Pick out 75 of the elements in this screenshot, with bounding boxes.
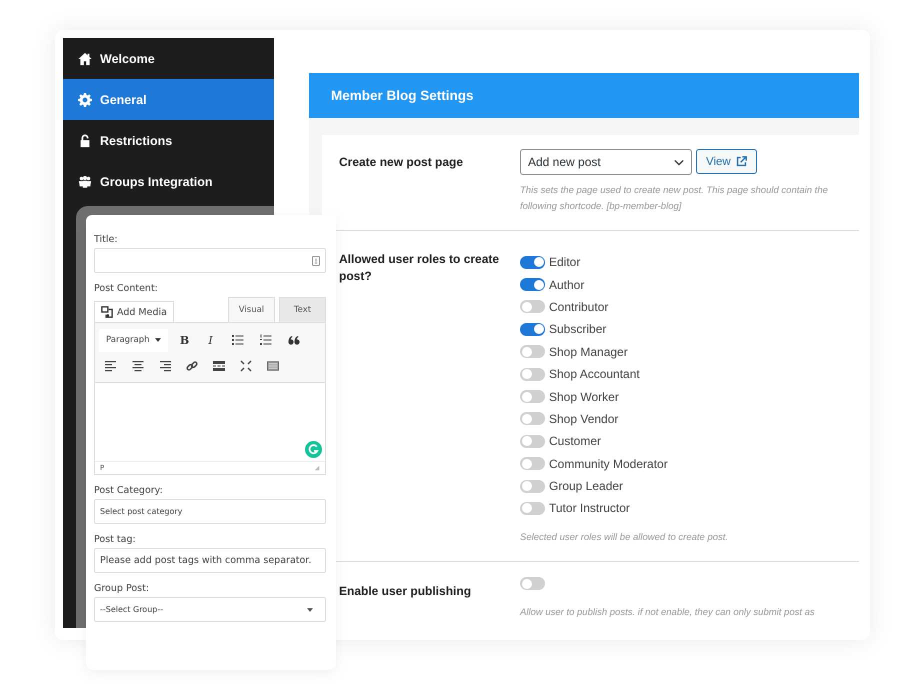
role-label: Shop Manager	[549, 344, 628, 359]
fullscreen-icon[interactable]	[240, 360, 252, 372]
tag-field[interactable]: Please add post tags with comma separator.	[94, 548, 326, 573]
role-toggle[interactable]	[520, 457, 545, 470]
help-text: This sets the page used to create new post. This page should contain the following shortcode. [bp-member-blog]	[520, 184, 829, 214]
role-label: Tutor Instructor	[549, 501, 630, 516]
grammar-check-icon[interactable]	[305, 441, 322, 458]
caret-icon	[307, 608, 313, 612]
role-toggle[interactable]	[520, 390, 545, 404]
role-label: Group Leader	[549, 479, 624, 494]
numbered-list-icon[interactable]	[260, 334, 272, 346]
setting-label: Enable user publishing	[339, 583, 472, 600]
field-label: Post Category:	[94, 485, 164, 496]
align-left-icon[interactable]	[105, 360, 117, 372]
page-select[interactable]: Add new post	[520, 149, 692, 175]
role-toggle[interactable]	[520, 278, 545, 292]
caret-icon	[154, 338, 161, 342]
sidebar-item[interactable]: Welcome	[63, 38, 274, 79]
role-toggle[interactable]	[520, 322, 545, 336]
group-select[interactable]: --Select Group--	[94, 597, 326, 622]
keyboard-icon[interactable]	[267, 360, 279, 372]
settings-title: Member Blog Settings	[331, 88, 474, 103]
role-label: Subscriber	[549, 322, 606, 336]
sidebar-item[interactable]: Groups Integration	[63, 161, 274, 202]
gear-icon	[78, 92, 92, 106]
role-toggle[interactable]	[520, 480, 545, 493]
people-icon	[78, 174, 92, 188]
field-label: Post tag:	[94, 534, 137, 545]
bold-button[interactable]: B	[180, 334, 190, 346]
role-label: Customer	[549, 434, 602, 448]
align-right-icon[interactable]	[159, 360, 171, 372]
role-toggle[interactable]	[520, 502, 545, 515]
view-button[interactable]: View	[696, 149, 757, 174]
home-icon	[78, 52, 92, 66]
field-label: Title:	[94, 234, 119, 245]
category-field[interactable]: Select post category	[94, 499, 326, 524]
role-label: Shop Accountant	[549, 367, 640, 382]
title-field[interactable]	[94, 248, 326, 273]
role-toggle[interactable]	[520, 434, 545, 448]
help-text: Allow user to publish posts. if not enable, they can only submit post as	[520, 606, 816, 620]
external-link-icon	[736, 156, 747, 167]
setting-label: Allowed user roles to create post?	[339, 251, 500, 285]
media-icon	[101, 306, 113, 318]
read-more-icon[interactable]	[213, 360, 225, 372]
sidebar-item[interactable]: General	[63, 79, 274, 120]
role-toggle[interactable]	[520, 368, 545, 381]
role-toggle[interactable]	[520, 412, 545, 426]
bullet-list-icon[interactable]	[232, 334, 244, 346]
role-label: Editor	[549, 255, 580, 270]
quote-icon[interactable]	[288, 334, 300, 346]
card-icon	[312, 256, 320, 266]
role-label: Author	[549, 278, 584, 292]
field-label: Post Content:	[94, 283, 159, 294]
role-toggle[interactable]	[520, 256, 545, 269]
role-toggle[interactable]	[520, 345, 545, 358]
lock-icon	[78, 134, 92, 148]
italic-button[interactable]: I	[206, 334, 216, 346]
role-label: Community Moderator	[549, 456, 668, 471]
field-label: Group Post:	[94, 583, 150, 594]
help-text: Selected user roles will be allowed to create post.	[520, 530, 730, 545]
role-label: Shop Vendor	[549, 412, 618, 426]
publishing-toggle[interactable]	[520, 577, 545, 590]
add-media-button[interactable]: Add Media	[94, 301, 174, 322]
setting-label: Create new post page	[339, 154, 464, 171]
align-center-icon[interactable]	[132, 360, 144, 372]
sidebar-item[interactable]: Restrictions	[63, 120, 274, 161]
role-label: Shop Worker	[549, 390, 619, 404]
chevron-icon	[674, 158, 684, 166]
editor-tab[interactable]: Visual	[228, 297, 275, 322]
format-dropdown[interactable]: Paragraph	[99, 328, 168, 352]
role-toggle[interactable]	[520, 300, 545, 314]
link-icon[interactable]	[186, 360, 198, 372]
role-label: Contributor	[549, 300, 608, 314]
resize-grip-icon[interactable]	[314, 465, 320, 471]
editor-tab[interactable]: Text	[279, 297, 326, 322]
